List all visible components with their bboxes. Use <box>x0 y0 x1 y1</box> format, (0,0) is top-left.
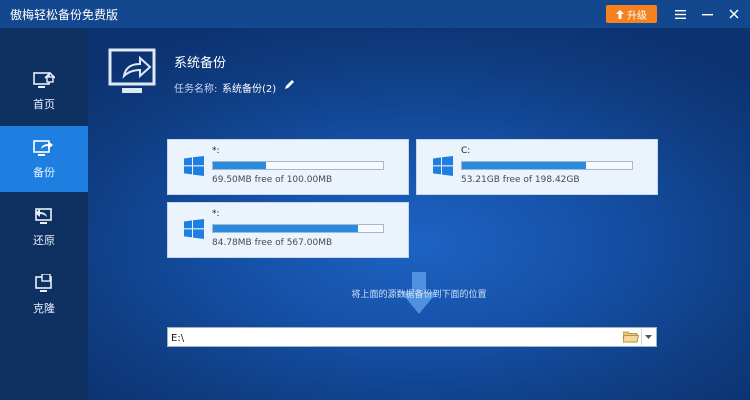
usage-bar <box>212 161 384 170</box>
hint-text: 将上面的源数据备份到下面的位置 <box>351 290 487 300</box>
free-space-text: 69.50MB free of 100.00MB <box>212 175 333 185</box>
drive-name: C: <box>461 146 471 156</box>
close-icon <box>729 9 739 19</box>
windows-icon <box>184 219 204 239</box>
sidebar-item-backup[interactable]: 备份 <box>0 126 88 192</box>
folder-icon <box>622 331 639 343</box>
chevron-down-icon <box>644 334 652 339</box>
drive-name: *: <box>212 146 220 156</box>
sidebar-item-home[interactable]: 首页 <box>0 58 88 124</box>
task-name-value: 系统备份(2) <box>222 84 277 95</box>
free-space-text: 84.78MB free of 567.00MB <box>212 238 333 248</box>
clone-icon <box>35 274 52 292</box>
menu-icon <box>674 9 686 19</box>
destination-dropdown-button[interactable] <box>642 329 654 345</box>
task-name-label: 任务名称: <box>174 84 218 95</box>
edit-icon[interactable] <box>284 79 295 90</box>
usage-bar <box>212 224 384 233</box>
usage-bar-fill <box>213 162 266 169</box>
title-bar: 傲梅轻松备份免费版 升级 <box>0 0 750 28</box>
usage-bar <box>461 161 633 170</box>
disk-card[interactable]: C: 53.21GB free of 198.42GB <box>416 139 658 195</box>
main-panel: 系统备份 任务名称: 系统备份(2) *: 69.50MB free of 10… <box>88 28 750 400</box>
free-space-text: 53.21GB free of 198.42GB <box>461 175 580 185</box>
home-icon <box>33 71 55 88</box>
minimize-button[interactable] <box>698 5 716 23</box>
sidebar-item-label: 克隆 <box>33 302 55 315</box>
sidebar-item-label: 备份 <box>33 166 55 179</box>
sidebar-item-label: 首页 <box>33 98 55 111</box>
sidebar-item-restore[interactable]: 还原 <box>0 194 88 260</box>
close-button[interactable] <box>725 5 743 23</box>
usage-bar-fill <box>462 162 587 169</box>
sidebar-item-label: 还原 <box>33 234 55 247</box>
usage-bar-fill <box>213 225 358 232</box>
app-title: 傲梅轻松备份免费版 <box>10 8 119 22</box>
sidebar: 首页 备份 还原 克隆 <box>0 28 88 400</box>
backup-icon <box>33 140 53 156</box>
upgrade-arrow-icon <box>616 9 624 19</box>
drive-name: *: <box>212 209 220 219</box>
windows-icon <box>433 156 453 176</box>
menu-button[interactable] <box>671 5 689 23</box>
upgrade-label: 升级 <box>627 10 647 22</box>
restore-icon <box>35 208 52 224</box>
page-title: 系统备份 <box>174 56 227 71</box>
system-backup-icon <box>108 48 156 93</box>
upgrade-button[interactable]: 升级 <box>606 5 657 23</box>
disk-card[interactable]: *: 69.50MB free of 100.00MB <box>167 139 409 195</box>
destination-field <box>167 327 657 347</box>
disk-card[interactable]: *: 84.78MB free of 567.00MB <box>167 202 409 258</box>
minimize-icon <box>701 13 713 15</box>
destination-input[interactable] <box>171 331 611 345</box>
windows-icon <box>184 156 204 176</box>
browse-folder-button[interactable] <box>620 329 642 345</box>
sidebar-item-clone[interactable]: 克隆 <box>0 262 88 328</box>
